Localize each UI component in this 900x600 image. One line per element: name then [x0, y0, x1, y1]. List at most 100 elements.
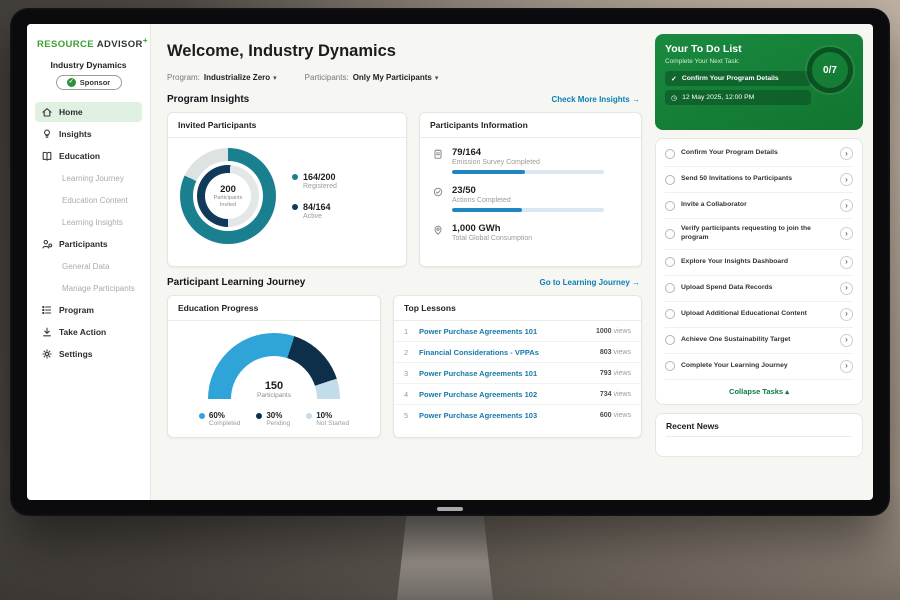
consumption-label: Total Global Consumption [452, 235, 532, 242]
clock-icon: ◷ [671, 94, 677, 102]
education-total: 150 [208, 380, 340, 392]
active-dot [292, 204, 298, 210]
go-to-learning-journey-link[interactable]: Go to Learning Journey → [540, 278, 640, 287]
task-label: Invite a Collaborator [681, 201, 834, 210]
participants-filter[interactable]: Participants: Only My Participants ▾ [305, 73, 439, 82]
sidebar-item-manage-participants[interactable]: Manage Participants [35, 278, 142, 298]
sidebar-item-insights[interactable]: Insights [35, 124, 142, 144]
download-icon [41, 326, 53, 338]
sidebar-item-label: Learning Insights [62, 218, 123, 227]
todo-summary-card: Your To Do List Complete Your Next Task:… [655, 34, 863, 130]
sidebar-item-label: Take Action [59, 327, 106, 337]
legend-item-pending: 30% Pending [256, 411, 290, 427]
lesson-views-value: 734 [600, 391, 612, 398]
consumption-row: 1,000 GWh Total Global Consumption [432, 223, 629, 246]
sidebar-item-education-content[interactable]: Education Content [35, 190, 142, 210]
checkbox-icon[interactable] [665, 335, 675, 345]
collapse-tasks-button[interactable]: Collapse Tasks ▴ [665, 380, 853, 402]
location-pin-icon [432, 224, 444, 236]
chevron-right-icon[interactable]: › [840, 308, 853, 321]
chevron-right-icon[interactable]: › [840, 147, 853, 160]
task-label: Achieve One Sustainability Target [681, 336, 834, 345]
lesson-views-value: 793 [600, 370, 612, 377]
check-more-insights-link[interactable]: Check More Insights → [552, 95, 640, 104]
checkbox-icon[interactable] [665, 201, 675, 211]
task-explore-insights[interactable]: Explore Your Insights Dashboard › [665, 250, 853, 276]
chevron-right-icon[interactable]: › [840, 199, 853, 212]
checkbox-icon[interactable] [665, 257, 675, 267]
check-icon: ✓ [671, 75, 677, 83]
due-date-pill: ◷ 12 May 2025, 12:00 PM [665, 90, 811, 105]
task-upload-educational-content[interactable]: Upload Additional Educational Content › [665, 302, 853, 328]
actions-completed-value: 23/50 [452, 185, 604, 196]
collapse-label: Collapse Tasks [729, 387, 783, 396]
arrow-right-icon: → [632, 278, 640, 287]
sidebar-item-education[interactable]: Education [35, 146, 142, 166]
chevron-right-icon[interactable]: › [840, 360, 853, 373]
chevron-right-icon[interactable]: › [840, 256, 853, 269]
sidebar-item-settings[interactable]: Settings [35, 344, 142, 364]
link-label: Check More Insights [552, 95, 630, 104]
lesson-row: 2 Financial Considerations - VPPAs 803 v… [394, 342, 641, 363]
task-upload-spend-data[interactable]: Upload Spend Data Records › [665, 276, 853, 302]
task-label: Confirm Your Program Details [681, 149, 834, 158]
lesson-views-value: 1000 [596, 328, 612, 335]
learning-journey-header: Participant Learning Journey Go to Learn… [167, 277, 640, 288]
invited-legend: 164/200 Registered 84/164 Active [292, 172, 337, 220]
sidebar-item-take-action[interactable]: Take Action [35, 322, 142, 342]
checkbox-icon[interactable] [665, 149, 675, 159]
task-verify-participants[interactable]: Verify participants requesting to join t… [665, 219, 853, 250]
program-filter[interactable]: Program: Industrialize Zero ▾ [167, 73, 277, 82]
lesson-row: 3 Power Purchase Agreements 101 793 view… [394, 363, 641, 384]
lesson-link[interactable]: Power Purchase Agreements 102 [419, 390, 593, 399]
sidebar-item-label: Settings [59, 349, 93, 359]
todo-progress-value: 0/7 [823, 65, 837, 76]
completed-dot [199, 413, 205, 419]
card-title: Participants Information [420, 113, 641, 138]
task-complete-learning-journey[interactable]: Complete Your Learning Journey › [665, 354, 853, 380]
lesson-link[interactable]: Financial Considerations - VPPAs [419, 348, 593, 357]
not-started-value: 10% [316, 411, 332, 420]
app-logo: RESOURCE ADVISOR+ [37, 36, 142, 50]
invited-total-label: Participants Invited [209, 195, 247, 209]
sidebar-item-learning-insights[interactable]: Learning Insights [35, 212, 142, 232]
checkbox-icon[interactable] [665, 283, 675, 293]
lesson-rank: 1 [404, 327, 412, 336]
chevron-right-icon[interactable]: › [840, 282, 853, 295]
filter-bar: Program: Industrialize Zero ▾ Participan… [167, 73, 642, 82]
task-label: Send 50 Invitations to Participants [681, 175, 834, 184]
section-title: Participant Learning Journey [167, 277, 305, 288]
sidebar-item-learning-journey[interactable]: Learning Journey [35, 168, 142, 188]
sponsor-badge[interactable]: ✓ Sponsor [56, 75, 122, 90]
gear-icon [41, 348, 53, 360]
chevron-right-icon[interactable]: › [840, 334, 853, 347]
task-send-invitations[interactable]: Send 50 Invitations to Participants › [665, 167, 853, 193]
task-confirm-program[interactable]: Confirm Your Program Details › [665, 141, 853, 167]
task-invite-collaborator[interactable]: Invite a Collaborator › [665, 193, 853, 219]
sidebar-item-program[interactable]: Program [35, 300, 142, 320]
checkbox-icon[interactable] [665, 309, 675, 319]
lesson-link[interactable]: Power Purchase Agreements 103 [419, 411, 593, 420]
chevron-right-icon[interactable]: › [840, 227, 853, 240]
sidebar-item-participants[interactable]: Participants [35, 234, 142, 254]
checkbox-icon[interactable] [665, 229, 675, 239]
task-achieve-target[interactable]: Achieve One Sustainability Target › [665, 328, 853, 354]
lesson-rank: 5 [404, 411, 412, 420]
lesson-link[interactable]: Power Purchase Agreements 101 [419, 327, 589, 336]
lesson-link[interactable]: Power Purchase Agreements 101 [419, 369, 593, 378]
checkbox-icon[interactable] [665, 175, 675, 185]
dashboard-screen: RESOURCE ADVISOR+ Industry Dynamics ✓ Sp… [27, 24, 873, 500]
checkbox-icon[interactable] [665, 361, 675, 371]
task-label: Complete Your Learning Journey [681, 362, 834, 371]
program-filter-value: Industrialize Zero [204, 73, 270, 82]
chevron-right-icon[interactable]: › [840, 173, 853, 186]
next-task-pill[interactable]: ✓ Confirm Your Program Details [665, 71, 811, 86]
card-title: Top Lessons [394, 296, 641, 321]
sponsor-label: Sponsor [80, 78, 110, 87]
pending-value: 30% [266, 411, 282, 420]
sidebar-item-general-data[interactable]: General Data [35, 256, 142, 276]
sidebar-item-home[interactable]: Home [35, 102, 142, 122]
lesson-views-value: 600 [600, 412, 612, 419]
logo-resource: RESOURCE [37, 39, 94, 50]
donut-gap: 200 Participants Invited [193, 161, 263, 231]
